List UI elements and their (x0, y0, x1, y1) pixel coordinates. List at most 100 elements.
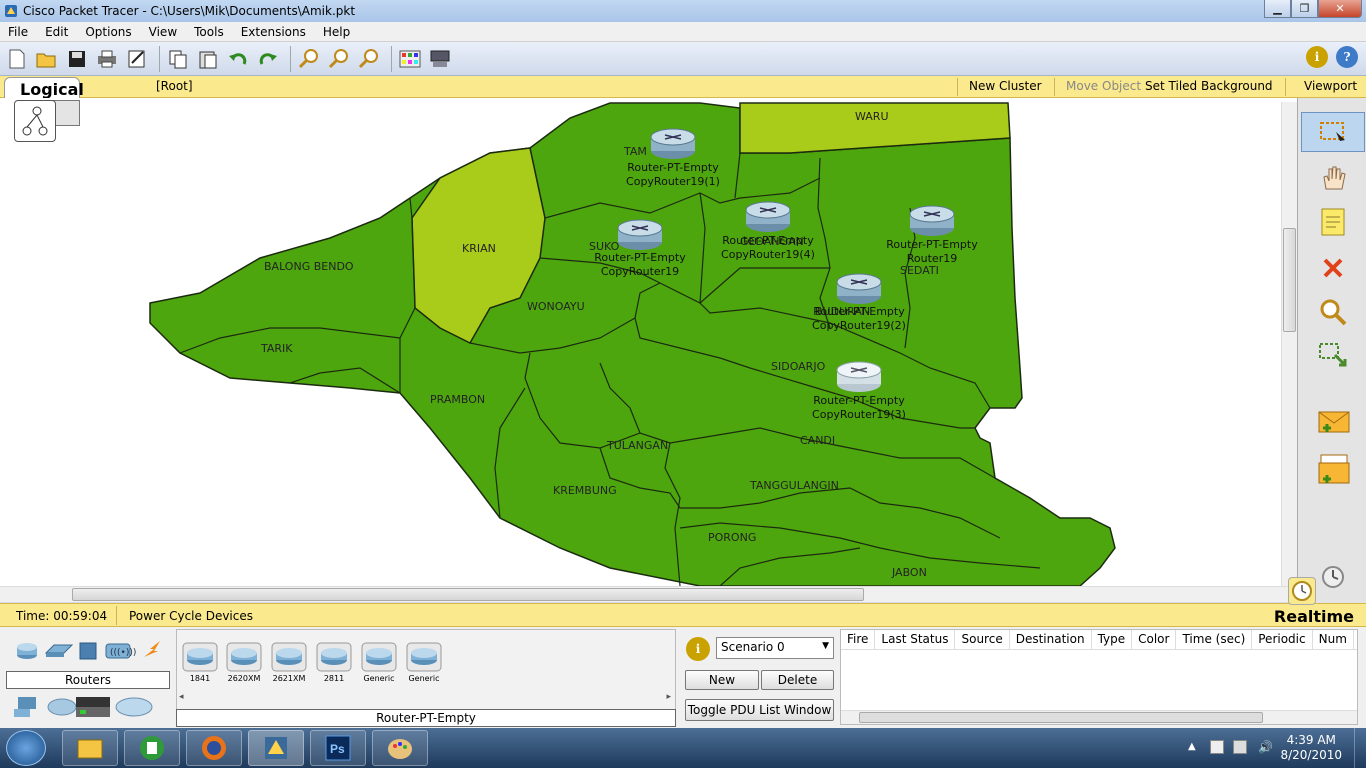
taskbar-paint-icon[interactable] (372, 730, 428, 766)
activity-wizard-icon[interactable] (124, 46, 150, 72)
device-item-2811[interactable]: 2811 (315, 642, 353, 683)
menu-options[interactable]: Options (77, 25, 140, 39)
show-hidden-icons[interactable]: ▲ (1188, 741, 1196, 752)
device-item-generic[interactable]: Generic (405, 642, 443, 683)
scenario-select[interactable]: Scenario 0 ▼ (716, 637, 834, 659)
close-button[interactable]: ✕ (1318, 0, 1362, 18)
viewport-button[interactable]: Viewport (1304, 79, 1357, 93)
column-header[interactable]: Source (955, 630, 1010, 649)
scroll-right-icon[interactable]: ▸ (666, 692, 671, 702)
toggle-pdu-list-button[interactable]: Toggle PDU List Window (685, 699, 834, 721)
realtime-clock-icon[interactable] (1288, 577, 1316, 605)
custom-device-icon[interactable] (427, 46, 453, 72)
wan-emulation-category-icon[interactable] (47, 698, 77, 716)
inspect-tool-icon[interactable] (1301, 292, 1365, 332)
taskbar-firefox-icon[interactable] (186, 730, 242, 766)
move-object-button[interactable]: Move Object (1066, 79, 1141, 93)
taskbar-explorer-icon[interactable] (62, 730, 118, 766)
menu-extensions[interactable]: Extensions (233, 25, 315, 39)
hubs-category-icon[interactable] (79, 642, 97, 660)
complex-pdu-icon[interactable] (1301, 450, 1365, 490)
logical-workspace[interactable]: WARU TAM KRIAN BALONG BENDO SUKO GEDANGA… (0, 98, 1297, 586)
print-icon[interactable] (94, 46, 120, 72)
vertical-scrollbar[interactable] (1281, 102, 1297, 586)
restore-button[interactable]: ❐ (1291, 0, 1318, 18)
paste-icon[interactable] (195, 46, 221, 72)
switches-category-icon[interactable] (44, 644, 74, 657)
router-device[interactable] (617, 219, 663, 250)
end-devices-category-icon[interactable] (14, 697, 36, 717)
scroll-left-icon[interactable]: ◂ (179, 692, 184, 702)
scenario-info-icon[interactable]: i (686, 637, 710, 661)
router-device[interactable] (836, 273, 882, 304)
palette-icon[interactable] (397, 46, 423, 72)
delete-tool-icon[interactable] (1301, 248, 1365, 288)
resize-tool-icon[interactable] (1301, 336, 1365, 376)
zoom-out-icon[interactable] (356, 46, 382, 72)
pdu-table-scrollbar[interactable] (841, 710, 1357, 724)
column-header[interactable]: Num (1313, 630, 1354, 649)
taskbar-camtasia-icon[interactable] (124, 730, 180, 766)
device-item-2620xm[interactable]: 2620XM (225, 642, 263, 683)
copy-icon[interactable] (165, 46, 191, 72)
logical-view-icon[interactable] (14, 100, 56, 142)
menu-tools[interactable]: Tools (186, 25, 233, 39)
simple-pdu-icon[interactable] (1301, 402, 1365, 442)
custom-devices-category-icon[interactable] (76, 697, 110, 717)
help-icon[interactable]: ? (1336, 46, 1358, 68)
new-cluster-button[interactable]: New Cluster (969, 79, 1042, 93)
menu-edit[interactable]: Edit (37, 25, 77, 39)
delete-scenario-button[interactable]: Delete (761, 670, 834, 690)
device-item-2621xm[interactable]: 2621XM (270, 642, 308, 683)
wireless-category-icon[interactable]: (((•))) (105, 643, 136, 659)
note-tool-icon[interactable] (1301, 202, 1365, 242)
open-file-icon[interactable] (34, 46, 60, 72)
multiuser-category-icon[interactable] (115, 697, 153, 717)
column-header[interactable]: Destination (1010, 630, 1092, 649)
connections-category-icon[interactable] (144, 641, 160, 657)
routers-category-icon[interactable] (17, 643, 37, 659)
breadcrumb-root[interactable]: [Root] (156, 79, 193, 93)
volume-icon[interactable]: 🔊 (1258, 740, 1273, 754)
system-clock[interactable]: 4:39 AM 8/20/2010 (1280, 733, 1342, 763)
scrollbar-thumb[interactable] (72, 588, 864, 601)
router-device[interactable] (909, 205, 955, 236)
new-scenario-button[interactable]: New (685, 670, 759, 690)
column-header[interactable]: Fire (841, 630, 876, 649)
column-header[interactable]: Type (1092, 630, 1133, 649)
start-button[interactable] (6, 730, 46, 766)
undo-icon[interactable] (225, 46, 251, 72)
device-item-1841[interactable]: 1841 (181, 642, 219, 683)
router-device[interactable] (745, 201, 791, 232)
device-list-scrollbar[interactable]: ◂ ▸ (177, 692, 675, 704)
column-header[interactable]: Periodic (1252, 630, 1313, 649)
scrollbar-thumb[interactable] (859, 712, 1263, 723)
show-desktop-button[interactable] (1354, 728, 1366, 768)
zoom-in-icon[interactable] (296, 46, 322, 72)
set-tiled-background-button[interactable]: Set Tiled Background (1145, 79, 1273, 93)
select-tool-icon[interactable] (1301, 112, 1365, 152)
menu-help[interactable]: Help (315, 25, 359, 39)
action-center-icon[interactable] (1210, 740, 1224, 754)
router-device[interactable] (836, 361, 882, 392)
hand-tool-icon[interactable] (1301, 158, 1365, 198)
info-icon[interactable]: i (1306, 46, 1328, 68)
column-header[interactable]: Time (sec) (1176, 630, 1253, 649)
scrollbar-thumb[interactable] (1283, 228, 1296, 332)
column-header[interactable]: Color (1132, 630, 1177, 649)
new-file-icon[interactable] (4, 46, 30, 72)
save-icon[interactable] (64, 46, 90, 72)
network-icon[interactable] (1233, 740, 1247, 754)
redo-icon[interactable] (255, 46, 281, 72)
power-cycle-devices-button[interactable]: Power Cycle Devices (129, 609, 253, 623)
column-header[interactable]: Last Status (875, 630, 956, 649)
menu-view[interactable]: View (141, 25, 186, 39)
zoom-reset-icon[interactable] (326, 46, 352, 72)
device-item-generic[interactable]: Generic (360, 642, 398, 683)
minimize-button[interactable]: ▁ (1264, 0, 1291, 18)
realtime-mode-label[interactable]: Realtime (1274, 607, 1354, 626)
horizontal-scrollbar[interactable] (0, 586, 1297, 602)
taskbar-packet-tracer-icon[interactable] (248, 730, 304, 766)
taskbar-photoshop-icon[interactable]: Ps (310, 730, 366, 766)
router-device[interactable] (650, 128, 696, 159)
